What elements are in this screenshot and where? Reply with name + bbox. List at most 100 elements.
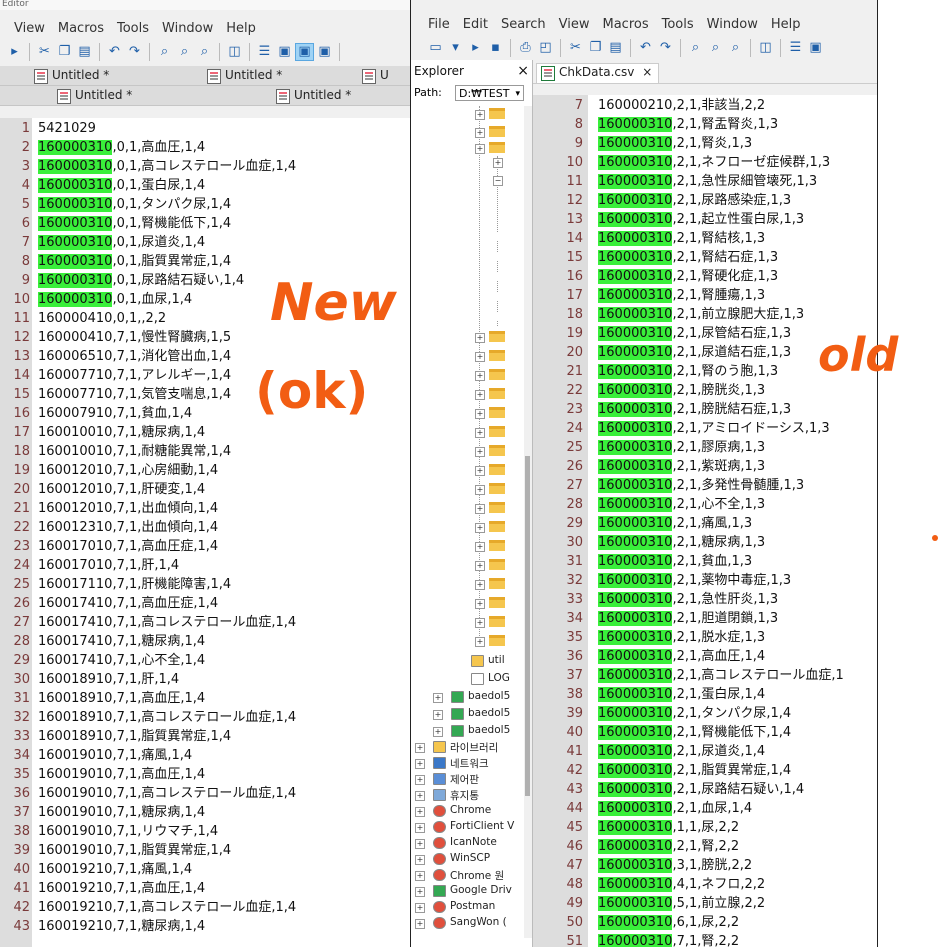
expand-icon[interactable]: + xyxy=(475,409,485,419)
menu-item[interactable]: Window xyxy=(707,17,758,32)
menu-item[interactable]: Tools xyxy=(117,21,149,36)
menu-item[interactable]: Help xyxy=(226,21,256,36)
path-dropdown[interactable]: D:₩TEST ▾ xyxy=(455,85,524,101)
expand-icon[interactable]: + xyxy=(475,128,485,138)
dropdown-icon[interactable]: ▾ xyxy=(447,40,464,56)
expand-icon[interactable]: − xyxy=(493,176,503,186)
expand-icon[interactable]: + xyxy=(415,855,425,865)
cut-icon[interactable]: ✂ xyxy=(567,40,584,56)
expand-icon[interactable]: + xyxy=(415,743,425,753)
tree-item-label[interactable]: IcanNote xyxy=(450,836,497,848)
folder-tree[interactable]: + + + + − + + + + + + + + + + + + + + + + + util LOG + baedol5 + ba… xyxy=(411,106,523,938)
tree-item-label[interactable]: baedol5 xyxy=(468,724,510,736)
undo-icon[interactable]: ↶ xyxy=(106,44,123,60)
new-file-icon[interactable]: ▭ xyxy=(427,40,444,56)
expand-icon[interactable]: + xyxy=(415,807,425,817)
find-next-icon[interactable]: ⌕ xyxy=(176,44,193,60)
expand-icon[interactable]: + xyxy=(475,618,485,628)
expand-icon[interactable]: + xyxy=(415,823,425,833)
copy-icon[interactable]: ❐ xyxy=(587,40,604,56)
expand-icon[interactable]: + xyxy=(475,599,485,609)
expand-icon[interactable]: + xyxy=(433,727,443,737)
expand-icon[interactable]: + xyxy=(415,775,425,785)
scrollbar-thumb[interactable] xyxy=(525,456,530,796)
cut-icon[interactable]: ✂ xyxy=(36,44,53,60)
tree-item-label[interactable]: FortiClient V xyxy=(450,820,514,832)
output-icon[interactable]: ▣ xyxy=(276,44,293,60)
expand-icon[interactable]: + xyxy=(475,485,485,495)
menu-item[interactable]: Search xyxy=(501,17,546,32)
tree-item-label[interactable]: baedol5 xyxy=(468,690,510,702)
text-editor[interactable]: 7 160000210,2,1,非該当,2,2 8 160000310,2,1,腎盂腎… xyxy=(533,95,877,947)
open-icon[interactable]: ▸ xyxy=(467,40,484,56)
close-icon[interactable]: × xyxy=(642,64,652,81)
outline-icon[interactable]: ☰ xyxy=(787,40,804,56)
window-icon[interactable]: ▣ xyxy=(316,44,333,60)
expand-icon[interactable]: + xyxy=(415,919,425,929)
close-icon[interactable]: × xyxy=(517,60,529,82)
output-icon[interactable]: ▣ xyxy=(807,40,824,56)
expand-icon[interactable]: + xyxy=(475,428,485,438)
menu-item[interactable]: Edit xyxy=(463,17,488,32)
text-editor[interactable]: 1 5421029 2 160000310,0,1,高血圧,1,4 3 160000310… xyxy=(0,118,410,947)
tab-untitled[interactable]: Untitled * xyxy=(203,67,282,84)
expand-icon[interactable]: + xyxy=(475,561,485,571)
menu-item[interactable]: Macros xyxy=(602,17,648,32)
find-icon[interactable]: ⌕ xyxy=(687,40,704,56)
tab-chkdata[interactable]: ChkData.csv × xyxy=(536,63,660,83)
tree-item-label[interactable]: util xyxy=(488,654,505,666)
find-icon[interactable]: ⌕ xyxy=(156,44,173,60)
expand-icon[interactable]: + xyxy=(415,759,425,769)
tree-item-label[interactable]: SangWon ( xyxy=(450,916,507,928)
expand-icon[interactable]: + xyxy=(493,158,503,168)
print-preview-icon[interactable]: ◰ xyxy=(537,40,554,56)
expand-icon[interactable]: + xyxy=(475,504,485,514)
expand-icon[interactable]: + xyxy=(475,637,485,647)
tab-untitled[interactable]: U xyxy=(358,67,389,84)
redo-icon[interactable]: ↷ xyxy=(126,44,143,60)
tree-item-label[interactable]: Google Driv xyxy=(450,884,512,896)
undo-icon[interactable]: ↶ xyxy=(637,40,654,56)
menu-item[interactable]: Window xyxy=(162,21,213,36)
menu-item[interactable]: Help xyxy=(771,17,801,32)
expand-icon[interactable]: + xyxy=(475,523,485,533)
tree-item-label[interactable]: WinSCP xyxy=(450,852,490,864)
tree-item-label[interactable]: 제어판 xyxy=(450,772,479,787)
outline-icon[interactable]: ☰ xyxy=(256,44,273,60)
tree-item-label[interactable]: LOG xyxy=(488,672,510,684)
find-next-icon[interactable]: ⌕ xyxy=(707,40,724,56)
print-icon[interactable]: ⎙ xyxy=(517,40,534,56)
expand-icon[interactable]: + xyxy=(415,871,425,881)
tree-item-label[interactable]: 휴지통 xyxy=(450,788,479,803)
paste-icon[interactable]: ▤ xyxy=(76,44,93,60)
menu-item[interactable]: Tools xyxy=(662,17,694,32)
expand-icon[interactable]: + xyxy=(475,110,485,120)
expand-icon[interactable]: + xyxy=(475,390,485,400)
expand-icon[interactable]: + xyxy=(433,693,443,703)
expand-icon[interactable]: + xyxy=(415,887,425,897)
tree-item-label[interactable]: Chrome 원 xyxy=(450,868,504,883)
redo-icon[interactable]: ↷ xyxy=(657,40,674,56)
expand-icon[interactable]: + xyxy=(475,144,485,154)
expand-icon[interactable]: + xyxy=(475,580,485,590)
tab-untitled[interactable]: Untitled * xyxy=(53,87,132,104)
save-icon[interactable]: ▪ xyxy=(487,40,504,56)
expand-icon[interactable]: + xyxy=(433,710,443,720)
expand-icon[interactable]: + xyxy=(475,371,485,381)
menu-item[interactable]: File xyxy=(428,17,450,32)
tree-item-label[interactable]: 네트워크 xyxy=(450,756,489,771)
tab-untitled[interactable]: Untitled * xyxy=(272,87,351,104)
explorer-scrollbar[interactable] xyxy=(524,106,532,938)
replace-icon[interactable]: ⌕ xyxy=(196,44,213,60)
expand-icon[interactable]: + xyxy=(475,542,485,552)
expand-icon[interactable]: + xyxy=(415,903,425,913)
expand-icon[interactable]: + xyxy=(475,333,485,343)
tab-untitled[interactable]: Untitled * xyxy=(30,67,109,84)
copy-icon[interactable]: ❐ xyxy=(56,44,73,60)
paste-icon[interactable]: ▤ xyxy=(607,40,624,56)
menu-item[interactable]: View xyxy=(559,17,590,32)
expand-icon[interactable]: + xyxy=(475,447,485,457)
replace-icon[interactable]: ⌕ xyxy=(727,40,744,56)
scroll-icon[interactable]: ▸ xyxy=(6,44,23,60)
expand-icon[interactable]: + xyxy=(475,352,485,362)
